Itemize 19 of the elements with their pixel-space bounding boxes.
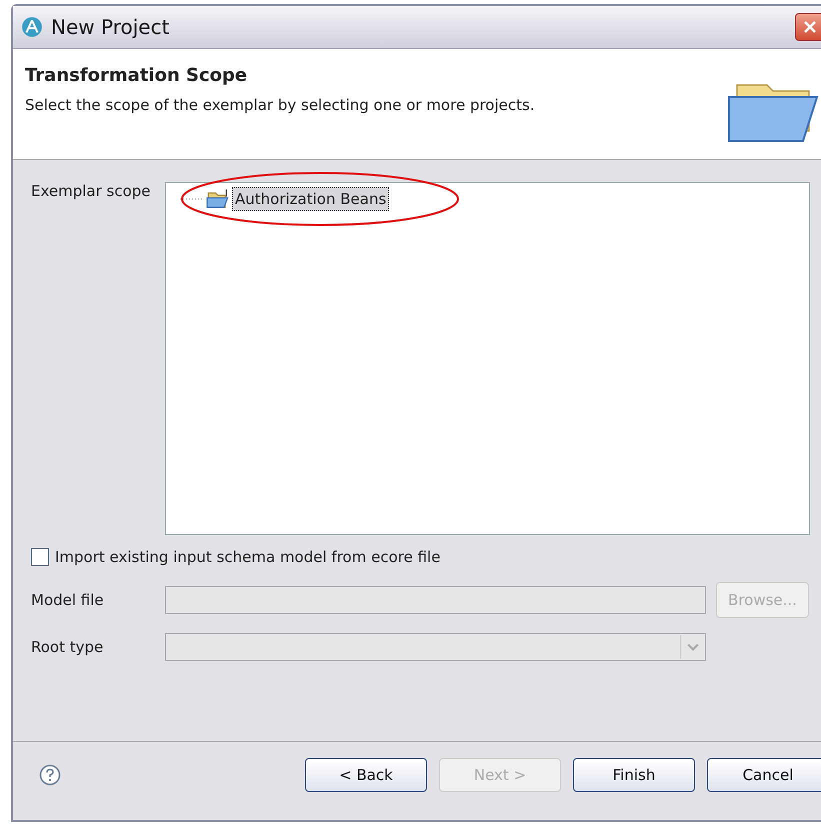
dialog-button[interactable]: < Back bbox=[305, 758, 427, 792]
close-button[interactable] bbox=[795, 13, 821, 41]
window-title: New Project bbox=[51, 15, 170, 39]
dialog-button[interactable]: Cancel bbox=[707, 758, 821, 792]
field-label: Root type bbox=[31, 638, 104, 656]
help-icon[interactable] bbox=[39, 764, 61, 786]
tree-item[interactable]: Authorization Beans bbox=[232, 187, 390, 211]
checkbox[interactable] bbox=[31, 548, 49, 566]
page-description: Select the scope of the exemplar by selecting one or more projects. bbox=[25, 96, 535, 114]
checkbox-label: Import existing input schema model from ecore file bbox=[55, 548, 440, 566]
project-tree[interactable]: Authorization Beans bbox=[165, 182, 810, 535]
field-label: Exemplar scope bbox=[31, 182, 152, 202]
app-icon bbox=[21, 16, 43, 38]
close-icon bbox=[803, 20, 817, 34]
dialog-button[interactable]: Finish bbox=[573, 758, 695, 792]
field-label: Model file bbox=[31, 591, 105, 609]
page-title: Transformation Scope bbox=[25, 65, 248, 86]
project-folder-icon bbox=[206, 188, 230, 210]
tree-connector bbox=[180, 198, 204, 200]
